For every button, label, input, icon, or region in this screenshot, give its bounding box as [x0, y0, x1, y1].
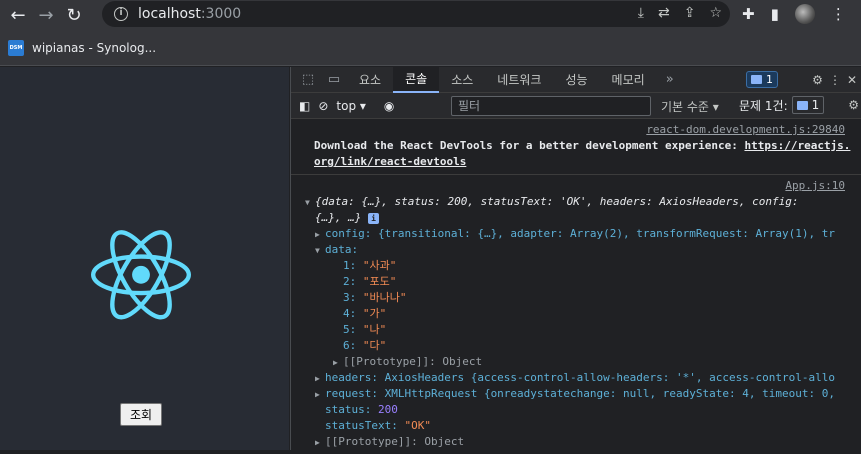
tab-elements[interactable]: 요소	[347, 67, 393, 93]
more-tabs-icon[interactable]: »	[657, 67, 683, 93]
share-icon[interactable]: ⇪	[684, 5, 696, 21]
profile-avatar[interactable]	[794, 4, 815, 24]
request-row[interactable]: ▶ request: XMLHttpRequest {onreadystatech…	[305, 386, 853, 402]
devtools-link[interactable]: https://reactjs.	[744, 139, 850, 152]
bookmarks-bar: DSM wipianas - Synolog...	[0, 31, 861, 66]
log-level-dropdown[interactable]: 기본 수준 ▾	[661, 98, 719, 115]
url-text[interactable]: localhost:3000	[138, 6, 241, 22]
bookmark-star-icon[interactable]: ☆	[709, 5, 722, 21]
console-message-response: App.js:10 ▼ {data: {…}, status: 200, stat…	[291, 175, 861, 454]
browser-toolbar: ← → ↻ i localhost:3000 ⤓ ⇄ ⇪ ☆ ✚ ▮ ⋮	[0, 0, 861, 31]
object-summary[interactable]: ▼ {data: {…}, status: 200, statusText: 'O…	[305, 194, 853, 210]
reload-button[interactable]: ↻	[60, 2, 88, 30]
context-selector[interactable]: top ▾	[336, 99, 366, 113]
info-badge-icon: i	[367, 213, 379, 224]
console-toolbar: ◧ ⊘ top ▾ ◉ 필터 기본 수준 ▾ 문제 1건: 1 ⚙	[291, 93, 861, 119]
filter-input[interactable]: 필터	[451, 96, 651, 116]
collapse-icon[interactable]: ▶	[315, 435, 325, 450]
data-row[interactable]: ▼ data:	[305, 242, 853, 258]
site-info-icon[interactable]: i	[114, 7, 128, 21]
extensions-icon[interactable]: ✚	[742, 5, 755, 23]
close-devtools-icon[interactable]: ✕	[847, 73, 857, 87]
back-button[interactable]: ←	[4, 2, 32, 30]
expand-icon[interactable]: ▼	[315, 243, 325, 258]
menu-icon[interactable]: ⋮	[831, 5, 846, 23]
config-row[interactable]: ▶ config: {transitional: {…}, adapter: Ar…	[305, 226, 853, 242]
app-viewport: 조회	[0, 67, 289, 450]
devtools-link-cont[interactable]: org/link/react-devtools	[314, 155, 466, 168]
forward-button[interactable]: →	[32, 2, 60, 30]
issues-badge[interactable]: 1	[746, 71, 778, 88]
data-item: 6: "다"	[343, 339, 387, 352]
source-link[interactable]: react-dom.development.js:29840	[646, 122, 845, 138]
issues-counter[interactable]: 문제 1건: 1	[739, 96, 825, 114]
tab-memory[interactable]: 메모리	[600, 67, 657, 93]
clear-console-icon[interactable]: ⊘	[318, 99, 328, 113]
sidebar-toggle-icon[interactable]: ◧	[299, 99, 310, 113]
headers-row[interactable]: ▶ headers: AxiosHeaders {access-control-a…	[305, 370, 853, 386]
source-link[interactable]: App.js:10	[785, 178, 845, 194]
expand-icon[interactable]: ▼	[305, 195, 315, 210]
device-toolbar-icon[interactable]: ▭	[321, 67, 347, 93]
react-logo-icon	[91, 230, 191, 320]
tab-sources[interactable]: 소스	[439, 67, 485, 93]
devtools-tab-bar: ⬚ ▭ 요소 콘솔 소스 네트워크 성능 메모리 » 1 ⚙ ⋮ ✕	[291, 66, 861, 93]
status-row: status: 200	[325, 403, 398, 416]
collapse-icon[interactable]: ▶	[315, 387, 325, 402]
collapse-icon[interactable]: ▶	[315, 227, 325, 242]
data-item: 3: "바나나"	[343, 291, 407, 304]
install-icon[interactable]: ⤓	[638, 5, 644, 21]
tab-console[interactable]: 콘솔	[393, 66, 440, 93]
translate-icon[interactable]: ⇄	[658, 5, 670, 21]
issue-flag-icon	[751, 75, 762, 84]
data-item: 4: "가"	[343, 307, 387, 320]
statustext-row: statusText: "OK"	[325, 419, 431, 432]
console-settings-icon[interactable]: ⚙	[848, 98, 859, 112]
settings-gear-icon[interactable]: ⚙	[812, 73, 823, 87]
inspect-element-icon[interactable]: ⬚	[295, 67, 321, 93]
data-item: 5: "나"	[343, 323, 387, 336]
data-item: 2: "포도"	[343, 275, 397, 288]
side-panel-icon[interactable]: ▮	[771, 5, 779, 23]
tab-network[interactable]: 네트워크	[485, 67, 553, 93]
console-message-devtools: react-dom.development.js:29840 Download …	[291, 119, 861, 175]
collapse-icon[interactable]: ▶	[333, 355, 343, 370]
dsm-favicon-icon: DSM	[8, 40, 24, 56]
data-prototype-row[interactable]: ▶ [[Prototype]]: Object	[305, 354, 853, 370]
bookmark-synology[interactable]: wipianas - Synolog...	[32, 41, 156, 55]
devtools-panel: ⬚ ▭ 요소 콘솔 소스 네트워크 성능 메모리 » 1 ⚙ ⋮ ✕ ◧ ⊘ t…	[290, 66, 861, 450]
prototype-row[interactable]: ▶ [[Prototype]]: Object	[305, 434, 853, 450]
address-bar[interactable]: i localhost:3000 ⤓ ⇄ ⇪ ☆	[102, 1, 730, 27]
live-expression-eye-icon[interactable]: ◉	[384, 99, 394, 113]
collapse-icon[interactable]: ▶	[315, 371, 325, 386]
tab-performance[interactable]: 성능	[553, 67, 599, 93]
lookup-button[interactable]: 조회	[120, 403, 162, 426]
issue-flag-icon	[796, 100, 808, 110]
data-item: 1: "사과"	[343, 259, 397, 272]
console-output: react-dom.development.js:29840 Download …	[291, 119, 861, 454]
devtools-menu-icon[interactable]: ⋮	[829, 73, 841, 87]
